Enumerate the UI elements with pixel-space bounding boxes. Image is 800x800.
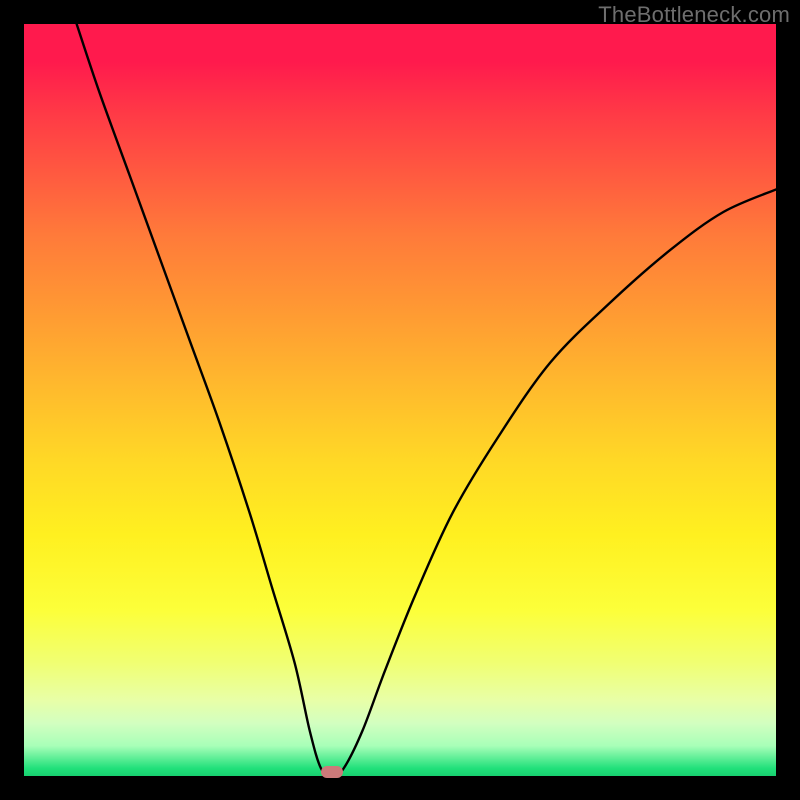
bottleneck-curve — [24, 24, 776, 776]
curve-path — [77, 24, 776, 776]
bottleneck-marker — [321, 766, 343, 778]
watermark-text: TheBottleneck.com — [598, 2, 790, 28]
chart-plot-area — [24, 24, 776, 776]
